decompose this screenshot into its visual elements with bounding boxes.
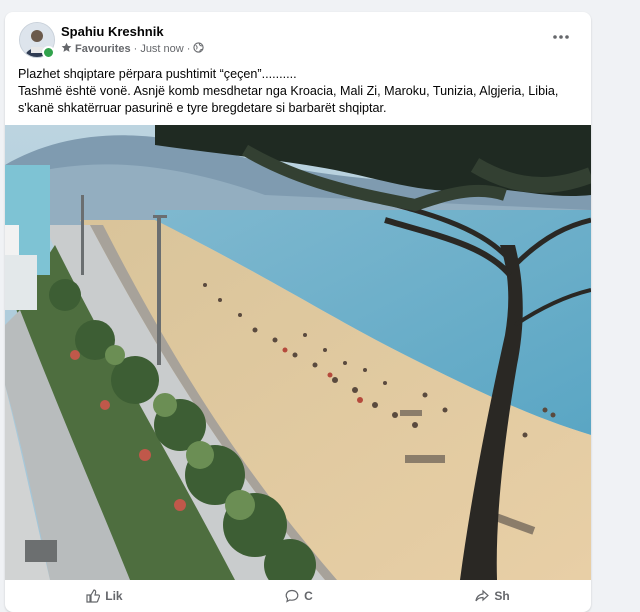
comment-icon (285, 589, 299, 603)
post-photo[interactable] (5, 125, 591, 591)
share-icon (475, 589, 490, 602)
author-name[interactable]: Spahiu Kreshnik (61, 24, 164, 39)
meta-separator-2: · (186, 43, 191, 55)
like-label: Lik (105, 589, 123, 603)
post-card: Spahiu Kreshnik Favourites · Just now · … (5, 12, 591, 612)
thumbs-up-icon (86, 589, 101, 603)
globe-icon[interactable] (193, 42, 205, 56)
more-options-button[interactable] (547, 26, 575, 48)
meta-separator: · (133, 43, 138, 55)
post-meta: Favourites · Just now · (61, 42, 205, 56)
beach-photo-image (5, 125, 591, 591)
post-text: Plazhet shqiptare përpara pushtimit “çeç… (18, 66, 578, 117)
share-button[interactable]: Sh (475, 589, 510, 603)
comment-button[interactable]: C (285, 589, 313, 603)
comment-label: C (304, 589, 313, 603)
star-icon (61, 42, 72, 56)
share-label: Sh (494, 589, 510, 603)
post-text-line-1: Plazhet shqiptare përpara pushtimit “çeç… (18, 67, 297, 81)
audience-label[interactable]: Favourites (75, 43, 131, 55)
post-text-line-2: Tashmë është vonë. Asnjë komb mesdhetar … (18, 84, 559, 98)
post-time[interactable]: Just now (140, 43, 183, 55)
post-text-line-3: s'kanë shkatërruar pasurinë e tyre bregd… (18, 101, 387, 115)
online-status-dot (42, 46, 55, 59)
more-horizontal-icon (553, 35, 569, 39)
post-actions: Lik C Sh (5, 584, 591, 608)
like-button[interactable]: Lik (86, 589, 123, 603)
